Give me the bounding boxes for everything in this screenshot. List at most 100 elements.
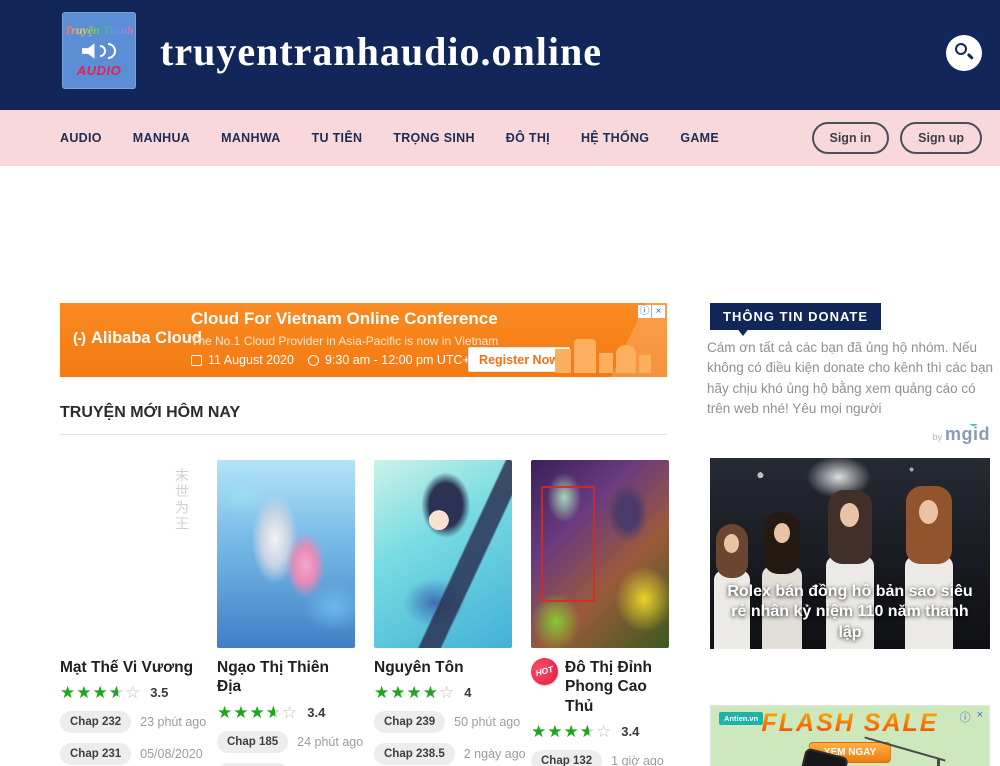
site-logo[interactable]: Truyện Tranh AUDIO — [62, 12, 136, 89]
chapter-row: Chap 232 23 phút ago — [60, 711, 198, 733]
chapter-row: Chap 239 50 phút ago — [374, 711, 512, 733]
star-icon: ★ — [564, 723, 580, 740]
star-half-icon: ★★ — [266, 704, 282, 721]
mgid-logo: mgid — [945, 424, 990, 445]
comic-title[interactable]: HOT Đô Thị Đỉnh Phong Cao Thủ — [531, 658, 669, 716]
nav-item-manhwa[interactable]: MANHWA — [221, 131, 280, 145]
star-icon: ★ — [407, 684, 423, 701]
figure-hair — [828, 490, 872, 564]
nav-item-trong-sinh[interactable]: TRỌNG SINH — [393, 131, 474, 145]
chapter-chip[interactable]: Chap 185 — [217, 731, 288, 753]
comic-card: 末世为王 Mạt Thế Vi Vương ★ ★ ★ ★★ ☆ 3.5 Cha… — [60, 460, 198, 766]
page: Truyện Tranh AUDIO truyentranhaudio.onli… — [0, 0, 1000, 766]
section-title: TRUYỆN MỚI HÔM NAY — [60, 404, 240, 422]
comic-cover[interactable]: 末世为王 — [60, 460, 198, 648]
comic-title[interactable]: Ngạo Thị Thiên Địa — [217, 658, 355, 697]
selfie-stick-illustration — [937, 758, 940, 766]
chapter-time: 24 phút ago — [297, 735, 363, 749]
comic-card: HOT Đô Thị Đỉnh Phong Cao Thủ ★ ★ ★ ★★ ☆… — [531, 460, 669, 766]
donate-text: Cám ơn tất cả các bạn đã ủng hộ nhóm. Nế… — [707, 338, 995, 419]
comic-cover[interactable] — [217, 460, 355, 648]
nav-item-game[interactable]: GAME — [680, 131, 719, 145]
comic-cover[interactable] — [374, 460, 512, 648]
flash-sale-ad[interactable]: Antien.vn FLASH SALE XEM NGAY ⓘ × — [710, 705, 990, 766]
calendar-icon — [191, 355, 202, 366]
star-icon: ★ — [60, 684, 76, 701]
comic-title-text: Ngạo Thị Thiên Địa — [217, 658, 355, 697]
cover-caption: 末世为王 — [170, 468, 190, 532]
star-icon: ★ — [217, 704, 233, 721]
chapter-chip[interactable]: Chap 238.5 — [374, 743, 455, 765]
ad-info-icon[interactable]: ⓘ — [960, 709, 971, 725]
chapter-time: 23 phút ago — [140, 715, 206, 729]
rolex-ad-caption: Rolex bán đồng hồ bản sao siêu rẻ nhân k… — [710, 582, 990, 644]
speaker-icon — [82, 40, 116, 62]
nav-item-tu-tien[interactable]: TU TIÊN — [312, 131, 363, 145]
rating-value: 4 — [464, 686, 471, 699]
star-icon: ★ — [250, 704, 266, 721]
comic-cover[interactable] — [531, 460, 669, 648]
star-empty-icon: ☆ — [439, 684, 455, 701]
ad-date-row: 11 August 2020 9:30 am - 12:00 pm UTC+07… — [191, 353, 501, 367]
comic-title[interactable]: Nguyên Tôn — [374, 658, 512, 677]
new-comics-grid: 末世为王 Mạt Thế Vi Vương ★ ★ ★ ★★ ☆ 3.5 Cha… — [60, 460, 680, 766]
figure-face — [840, 503, 859, 527]
comic-title-text: Nguyên Tôn — [374, 658, 464, 677]
clock-icon — [308, 355, 319, 366]
rating-value: 3.4 — [621, 725, 639, 738]
star-empty-icon: ☆ — [282, 704, 298, 721]
nav-item-audio[interactable]: AUDIO — [60, 131, 102, 145]
star-half-icon: ★★ — [580, 723, 596, 740]
ad-corner-controls: ⓘ × — [960, 709, 983, 725]
star-icon: ★ — [374, 684, 390, 701]
ad-title: Cloud For Vietnam Online Conference — [191, 309, 498, 329]
rating-value: 3.5 — [150, 686, 168, 699]
comic-title-text: Đô Thị Đỉnh Phong Cao Thủ — [565, 658, 669, 716]
site-title[interactable]: truyentranhaudio.online — [160, 28, 602, 75]
logo-text-audio: AUDIO — [77, 63, 121, 78]
star-icon: ★ — [233, 704, 249, 721]
chapter-row: Chap 132 1 giờ ago — [531, 750, 669, 766]
comic-card: Ngạo Thị Thiên Địa ★ ★ ★ ★★ ☆ 3.4 Chap 1… — [217, 460, 355, 766]
ad-close-icon[interactable]: × — [977, 709, 983, 725]
sign-in-button[interactable]: Sign in — [812, 122, 890, 154]
chapter-time: 50 phút ago — [454, 715, 520, 729]
ad-corner-controls: ⓘ × — [638, 305, 665, 318]
rating-stars: ★ ★ ★ ★★ ☆ 3.4 — [217, 704, 355, 721]
auth-buttons: Sign in Sign up — [812, 122, 983, 154]
buildings-illustration — [574, 339, 596, 373]
rating-value: 3.4 — [307, 706, 325, 719]
chapter-chip[interactable]: Chap 232 — [60, 711, 131, 733]
figure-hair — [764, 512, 800, 574]
chapter-row: Chap 231 05/08/2020 — [60, 743, 198, 765]
rating-stars: ★ ★ ★ ★★ ☆ 3.5 — [60, 684, 198, 701]
rating-stars: ★ ★ ★ ★★ ☆ 3.4 — [531, 723, 669, 740]
star-glyph: ★ — [266, 704, 275, 721]
hot-badge: HOT — [528, 655, 561, 688]
chapter-chip[interactable]: Chap 231 — [60, 743, 131, 765]
mgid-by-label: by — [932, 432, 942, 442]
mgid-logo-text: mgid — [945, 424, 990, 444]
figure-hair — [906, 486, 952, 564]
buildings-illustration — [616, 345, 636, 373]
comic-title[interactable]: Mạt Thế Vi Vương — [60, 658, 198, 677]
ad-close-icon[interactable]: × — [652, 305, 665, 318]
chapter-chip[interactable]: Chap 132 — [531, 750, 602, 766]
mgid-attribution[interactable]: by mgid — [932, 424, 990, 445]
star-icon: ★ — [423, 684, 439, 701]
search-button[interactable] — [946, 35, 982, 71]
nav-item-do-thi[interactable]: ĐÔ THỊ — [506, 131, 550, 145]
nav-item-manhua[interactable]: MANHUA — [133, 131, 190, 145]
nav-item-he-thong[interactable]: HỆ THỐNG — [581, 131, 649, 145]
search-icon — [955, 43, 967, 55]
chapter-chip[interactable]: Chap 239 — [374, 711, 445, 733]
rolex-native-ad[interactable]: Rolex bán đồng hồ bản sao siêu rẻ nhân k… — [710, 458, 990, 649]
speaker-glyph — [82, 43, 98, 59]
ad-info-icon[interactable]: ⓘ — [638, 305, 651, 318]
sign-up-button[interactable]: Sign up — [900, 122, 982, 154]
buildings-illustration — [639, 355, 651, 373]
figure-face — [724, 534, 739, 553]
alibaba-logo: (-) Alibaba Cloud — [73, 329, 202, 348]
alibaba-ad-banner[interactable]: (-) Alibaba Cloud Cloud For Vietnam Onli… — [60, 303, 667, 377]
figure-face — [774, 523, 790, 543]
